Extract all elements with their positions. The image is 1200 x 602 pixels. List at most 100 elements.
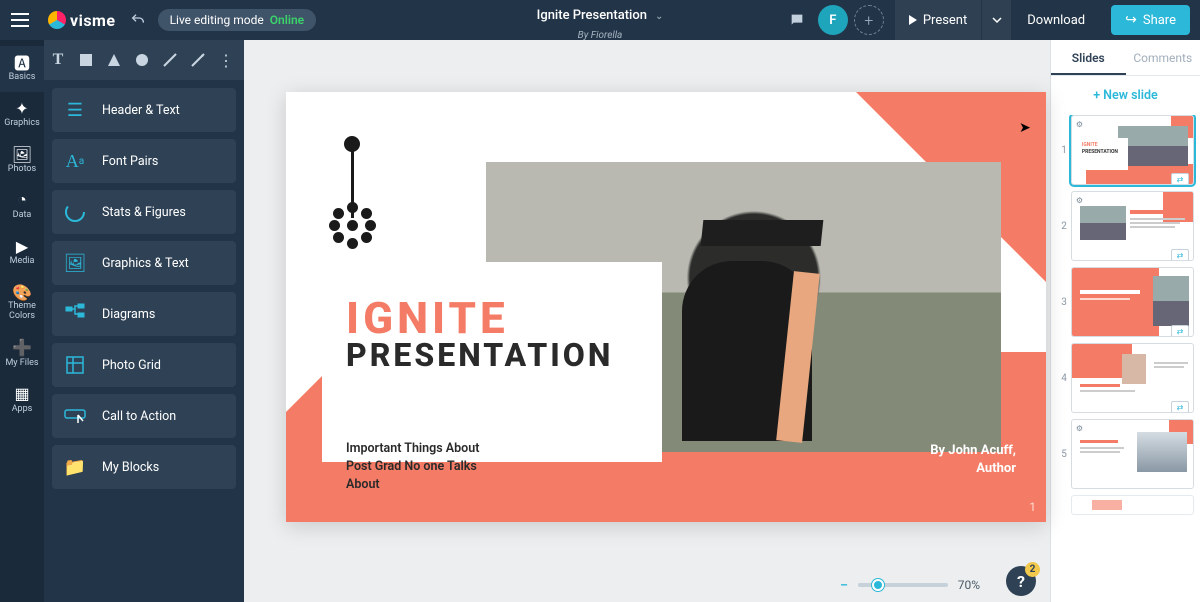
graphics-text-icon: 🖼 xyxy=(62,250,88,276)
present-button[interactable]: Present xyxy=(895,0,981,40)
block-font-pairs[interactable]: Aa Font Pairs xyxy=(52,139,236,183)
thumbnail-1[interactable]: ⚙ IGNITE PRESENTATION ⇄ xyxy=(1071,115,1194,185)
rail-my-files[interactable]: ➕ My Files xyxy=(0,332,44,378)
rail-apps[interactable]: ▦ Apps xyxy=(0,378,44,424)
data-icon: ◔ xyxy=(0,190,44,210)
slide-subtitle[interactable]: Important Things About Post Grad No one … xyxy=(346,440,506,494)
slide-1[interactable]: IGNITE PRESENTATION Important Things Abo… xyxy=(286,92,1046,522)
rail-graphics[interactable]: ✦ Graphics xyxy=(0,92,44,138)
thumb-number: 1 xyxy=(1057,145,1067,156)
thumb-settings-icon[interactable]: ⚙ xyxy=(1076,196,1083,205)
line-tool[interactable] xyxy=(156,40,184,80)
thumb-settings-icon[interactable]: ⚙ xyxy=(1076,424,1083,433)
circle-tool[interactable] xyxy=(128,40,156,80)
thumb-row-1: 1 ⚙ IGNITE PRESENTATION ⇄ xyxy=(1057,115,1194,185)
thumb-number: 5 xyxy=(1057,449,1067,460)
decor-dot xyxy=(344,136,360,152)
block-my-blocks[interactable]: 📁 My Blocks xyxy=(52,445,236,489)
transition-icon[interactable]: ⇄ xyxy=(1171,249,1189,261)
thumb-settings-icon[interactable]: ⚙ xyxy=(1076,120,1083,129)
rail-media[interactable]: ▶ Media xyxy=(0,230,44,276)
triangle-tool[interactable] xyxy=(100,40,128,80)
th-title1: IGNITE xyxy=(1082,142,1098,148)
block-label: Photo Grid xyxy=(102,358,161,373)
text-tool[interactable]: T xyxy=(44,40,72,80)
block-photo-grid[interactable]: Photo Grid xyxy=(52,343,236,387)
rail-data[interactable]: ◔ Data xyxy=(0,184,44,230)
document-title[interactable]: Ignite Presentation xyxy=(537,8,647,23)
square-tool[interactable] xyxy=(72,40,100,80)
block-graphics-text[interactable]: 🖼 Graphics & Text xyxy=(52,241,236,285)
tab-comments[interactable]: Comments xyxy=(1126,40,1200,75)
basics-icon: 🅰 xyxy=(0,52,44,72)
more-tools[interactable]: ⋮ xyxy=(212,40,240,80)
tab-slides[interactable]: Slides xyxy=(1051,40,1126,75)
thumbnail-3[interactable]: ⚙ ⇄ xyxy=(1071,267,1194,337)
editing-mode-pill[interactable]: Live editing mode Online xyxy=(158,9,317,31)
canvas[interactable]: IGNITE PRESENTATION Important Things Abo… xyxy=(244,40,1050,602)
help-button[interactable]: ? 2 xyxy=(1006,566,1036,596)
thumbnail-4[interactable]: ⚙ ⇄ xyxy=(1071,343,1194,413)
thumbnail-6[interactable] xyxy=(1071,495,1194,515)
block-label: Stats & Figures xyxy=(102,205,186,220)
add-collaborator-button[interactable]: + xyxy=(854,5,884,35)
share-icon: ↪ xyxy=(1125,12,1137,28)
block-stats-figures[interactable]: Stats & Figures xyxy=(52,190,236,234)
block-label: Diagrams xyxy=(102,307,155,322)
brand-logo[interactable]: visme xyxy=(48,11,116,30)
rail-basics[interactable]: 🅰 Basics xyxy=(0,46,44,92)
zoom-value: 70% xyxy=(958,578,980,592)
rail-label: Theme Colors xyxy=(0,302,44,322)
left-rail: 🅰 Basics ✦ Graphics 🖼 Photos ◔ Data ▶ Me… xyxy=(0,40,44,602)
th-title2: PRESENTATION xyxy=(1082,149,1118,155)
block-header-text[interactable]: ☰ Header & Text xyxy=(52,88,236,132)
hamburger-menu[interactable] xyxy=(0,0,40,40)
rail-label: Media xyxy=(0,256,44,266)
zoom-control: – 70% xyxy=(840,578,980,592)
undo-button[interactable] xyxy=(126,8,150,32)
zoom-slider[interactable] xyxy=(858,583,948,587)
new-slide-button[interactable]: + New slide xyxy=(1051,76,1200,115)
thumbnail-list[interactable]: 1 ⚙ IGNITE PRESENTATION ⇄ 2 ⚙ xyxy=(1051,115,1200,602)
thumbnail-5[interactable]: ⚙ xyxy=(1071,419,1194,489)
font-pairs-icon: Aa xyxy=(62,148,88,174)
block-call-to-action[interactable]: Call to Action xyxy=(52,394,236,438)
play-icon xyxy=(909,15,917,25)
shape-tool-row: T ⋮ xyxy=(44,40,244,80)
editing-mode-label: Live editing mode xyxy=(170,13,264,27)
share-button[interactable]: ↪ Share xyxy=(1111,5,1190,35)
help-badge: 2 xyxy=(1025,562,1040,577)
side-panel: T ⋮ ☰ Header & Text Aa Font Pairs Stats … xyxy=(44,40,244,602)
connection-status: Online xyxy=(270,13,304,27)
user-avatar[interactable]: F xyxy=(818,5,848,35)
decor-flower-icon xyxy=(329,202,377,250)
present-options-dropdown[interactable] xyxy=(981,0,1011,40)
transition-icon[interactable]: ⇄ xyxy=(1171,401,1189,413)
thumbnail-2[interactable]: ⚙ ⇄ xyxy=(1071,191,1194,261)
draw-tool[interactable] xyxy=(184,40,212,80)
zoom-thumb[interactable] xyxy=(872,579,884,591)
thumb-row-5: 5 ⚙ xyxy=(1057,419,1194,489)
header-text-icon: ☰ xyxy=(62,97,88,123)
rail-label: Graphics xyxy=(0,118,44,128)
download-button[interactable]: Download xyxy=(1011,0,1101,40)
thumbnail-tabs: Slides Comments xyxy=(1051,40,1200,76)
zoom-minus-icon[interactable]: – xyxy=(840,578,848,592)
slide-byline[interactable]: By John Acuff, Author xyxy=(930,442,1016,477)
rail-label: Photos xyxy=(0,164,44,174)
transition-icon[interactable]: ⇄ xyxy=(1171,173,1189,185)
thumb-row-6 xyxy=(1057,495,1194,515)
my-blocks-icon: 📁 xyxy=(62,454,88,480)
title-dropdown-icon[interactable]: ⌄ xyxy=(655,11,663,22)
block-diagrams[interactable]: Diagrams xyxy=(52,292,236,336)
rail-photos[interactable]: 🖼 Photos xyxy=(0,138,44,184)
thumb-number: 4 xyxy=(1057,373,1067,384)
block-label: My Blocks xyxy=(102,460,159,475)
thumb-number: 2 xyxy=(1057,221,1067,232)
comments-button[interactable] xyxy=(782,5,812,35)
transition-icon[interactable]: ⇄ xyxy=(1171,325,1189,337)
brand-mark-icon xyxy=(48,11,66,29)
photos-icon: 🖼 xyxy=(0,144,44,164)
rail-theme-colors[interactable]: 🎨 Theme Colors xyxy=(0,276,44,332)
slide-title-line2[interactable]: PRESENTATION xyxy=(346,336,613,374)
